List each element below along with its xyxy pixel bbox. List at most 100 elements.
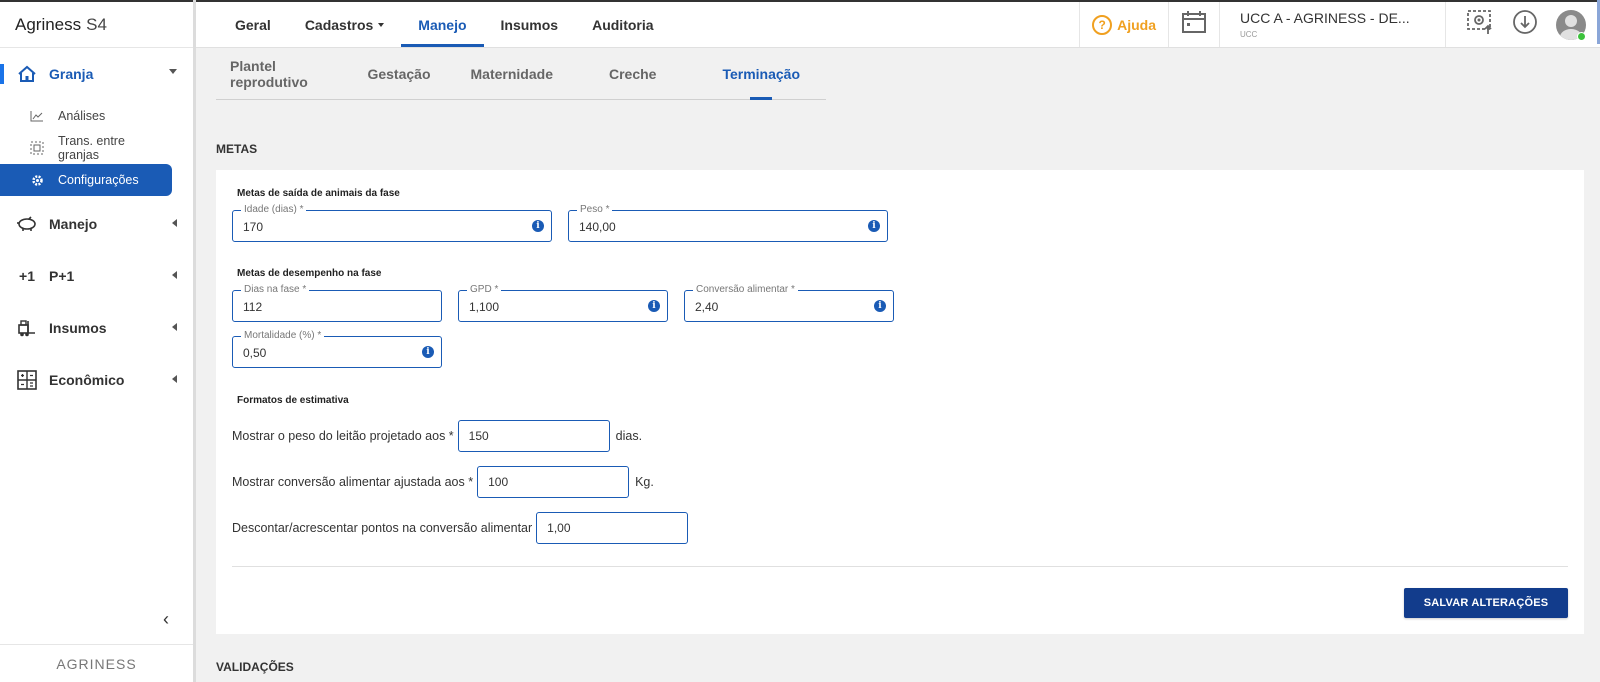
conversao-ajustada-row: Mostrar conversão alimentar ajustada aos… [232, 466, 1568, 498]
save-changes-button[interactable]: SALVAR ALTERAÇÕES [1404, 588, 1568, 618]
desempenho-row: Dias na fase * 112 GPD * 1,100 i Convers… [232, 284, 1568, 322]
conversao-ajustada-input[interactable]: 100 [477, 466, 630, 498]
idade-label: Idade (dias) * [241, 204, 307, 216]
conversao-ajustada-unit: Kg. [635, 475, 654, 489]
transfer-icon [30, 141, 44, 155]
idade-value: 170 [243, 220, 264, 234]
tab-maternidade[interactable]: Maternidade [457, 48, 567, 99]
gpd-field[interactable]: GPD * 1,100 i [458, 284, 668, 322]
tab-label: Gestação [367, 65, 431, 82]
sidebar-group-economico[interactable]: Econômico [0, 354, 193, 406]
peso-value: 140,00 [579, 220, 616, 234]
sidebar-item-trans-entre-granjas[interactable]: Trans. entre granjas [0, 132, 169, 164]
mortalidade-row: Mortalidade (%) * 0,50 i [232, 330, 1568, 368]
sidebar-item-configuracoes[interactable]: Configurações [0, 164, 172, 196]
footer-logo: AGRINESS [0, 644, 193, 682]
peso-field[interactable]: Peso * 140,00 i [568, 204, 888, 242]
peso-label: Peso * [577, 204, 613, 216]
sidebar-group-manejo[interactable]: Manejo [0, 198, 193, 250]
topnav-manejo[interactable]: Manejo [401, 2, 484, 47]
sidebar-group-granja[interactable]: Granja [0, 48, 193, 100]
download-icon[interactable] [1512, 9, 1538, 40]
formatos-group-title: Formatos de estimativa [237, 395, 349, 406]
metas-card: Metas de saída de animais da fase Idade … [216, 170, 1584, 634]
info-icon[interactable]: i [868, 220, 880, 232]
sidebar-group-label: Insumos [49, 320, 107, 336]
brand-name: Agriness [15, 14, 82, 34]
info-icon[interactable]: i [874, 300, 886, 312]
info-icon[interactable]: i [422, 346, 434, 358]
caret-down-icon [378, 22, 385, 27]
chevron-left-icon [172, 219, 177, 227]
export-icon[interactable] [1466, 9, 1494, 40]
plus-one-icon: +1 [19, 268, 35, 284]
home-icon [16, 63, 38, 85]
calendar-button[interactable] [1168, 2, 1219, 47]
topnav-label: Insumos [500, 16, 559, 33]
sidebar-group-label: Manejo [49, 216, 98, 232]
dias-label: Dias na fase * [241, 284, 310, 296]
peso-leitao-unit: dias. [615, 429, 643, 443]
topnav-label: Cadastros [304, 16, 374, 33]
gear-icon [30, 173, 44, 187]
topnav-label: Manejo [418, 16, 467, 33]
chevron-left-icon [172, 271, 177, 279]
top-nav: Geral Cadastros Manejo Insumos Auditoria [218, 2, 671, 47]
farm-selector[interactable]: UCC A - AGRINESS - DE... UCC [1219, 2, 1445, 47]
help-button[interactable]: ? Ajuda [1079, 2, 1168, 47]
dias-na-fase-field[interactable]: Dias na fase * 112 [232, 284, 442, 322]
tab-label: Terminação [722, 65, 800, 82]
tab-creche[interactable]: Creche [595, 48, 670, 99]
tab-terminacao[interactable]: Terminação [708, 48, 814, 100]
validacoes-section-title: VALIDAÇÕES [216, 660, 294, 674]
info-icon[interactable]: i [532, 220, 544, 232]
brand-logo[interactable]: Agriness S4 [0, 0, 193, 48]
help-icon: ? [1092, 14, 1113, 35]
topnav-insumos[interactable]: Insumos [484, 2, 576, 47]
subtabs: Plantel reprodutivo Gestação Maternidade… [216, 48, 826, 100]
forklift-icon [16, 317, 38, 339]
sidebar-item-analises[interactable]: Análises [0, 100, 169, 132]
info-icon[interactable]: i [648, 300, 660, 312]
farm-code: UCC [1240, 30, 1258, 39]
calculator-icon [16, 369, 38, 391]
sidebar-group-p1[interactable]: +1 P+1 [0, 250, 193, 302]
sidebar-group-insumos[interactable]: Insumos [0, 302, 193, 354]
chevron-left-icon [172, 323, 177, 331]
tab-label: Plantel reprodutivo [230, 57, 308, 90]
tab-gestacao[interactable]: Gestação [353, 48, 444, 99]
user-actions [1445, 2, 1600, 47]
conversao-value: 2,40 [695, 300, 719, 314]
tab-label: Maternidade [470, 65, 553, 82]
sidebar-item-label: Análises [58, 109, 106, 123]
conversao-alimentar-field[interactable]: Conversão alimentar * 2,40 i [684, 284, 894, 322]
dias-value: 112 [243, 300, 263, 314]
descontar-input[interactable]: 1,00 [536, 512, 689, 544]
mortalidade-label: Mortalidade (%) * [241, 330, 325, 342]
calendar-icon [1181, 10, 1207, 39]
help-label: Ajuda [1117, 16, 1156, 33]
descontar-label: Descontar/acrescentar pontos na conversã… [232, 521, 533, 535]
topnav-label: Geral [235, 16, 271, 33]
tab-plantel-reprodutivo[interactable]: Plantel reprodutivo [216, 48, 341, 99]
metas-section-title: METAS [216, 142, 258, 156]
topnav-auditoria[interactable]: Auditoria [575, 2, 670, 47]
farm-name: UCC A - AGRINESS - DE... [1240, 10, 1410, 26]
brand-version: S4 [86, 14, 107, 34]
sidebar-item-label: Trans. entre granjas [58, 134, 125, 162]
online-status-dot [1577, 32, 1586, 41]
sidebar-group-label: Granja [49, 66, 94, 82]
chevron-left-icon [172, 375, 177, 383]
topnav-cadastros[interactable]: Cadastros [288, 2, 401, 47]
saida-group-title: Metas de saída de animais da fase [237, 188, 400, 199]
mortalidade-field[interactable]: Mortalidade (%) * 0,50 i [232, 330, 442, 368]
topnav-geral[interactable]: Geral [218, 2, 288, 47]
peso-leitao-row: Mostrar o peso do leitão projetado aos *… [232, 420, 1568, 452]
peso-leitao-label: Mostrar o peso do leitão projetado aos * [232, 429, 454, 443]
idade-field[interactable]: Idade (dias) * 170 i [232, 204, 552, 242]
collapse-sidebar-button[interactable]: ‹ [163, 609, 169, 630]
divider [232, 566, 1568, 567]
saida-row: Idade (dias) * 170 i Peso * 140,00 i [232, 204, 1568, 242]
peso-leitao-input[interactable]: 150 [457, 420, 610, 452]
chart-icon [30, 109, 44, 123]
